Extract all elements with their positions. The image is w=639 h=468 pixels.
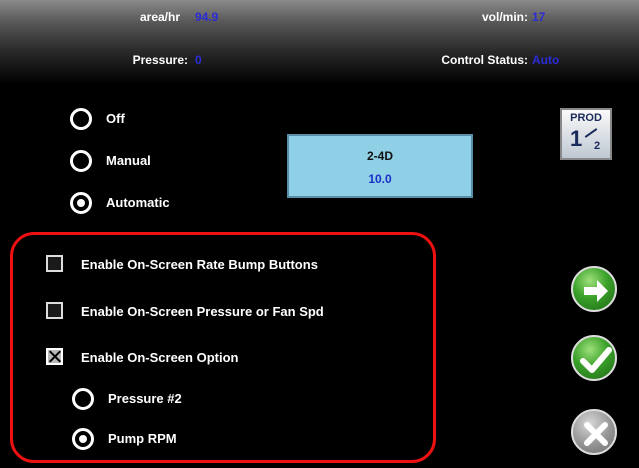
pump-rpm-label: Pump RPM xyxy=(108,431,177,446)
status-header: area/hr 94.9 vol/min: 17 Pressure: 0 Con… xyxy=(0,0,639,84)
rate-bump-label: Enable On-Screen Rate Bump Buttons xyxy=(81,257,318,272)
onscreen-option-label: Enable On-Screen Option xyxy=(81,350,239,365)
product-switch-button[interactable]: PROD 1 2 xyxy=(560,108,612,160)
area-rate-label: area/hr xyxy=(139,10,180,24)
pressure-label: Pressure: xyxy=(132,53,188,67)
product-name: 2-4D xyxy=(366,149,393,163)
area-rate-value: 94.9 xyxy=(195,10,219,24)
radio-pump-rpm[interactable] xyxy=(72,428,94,450)
pressure-2-label: Pressure #2 xyxy=(108,391,182,406)
mode-manual-label: Manual xyxy=(106,153,151,168)
accept-button[interactable] xyxy=(571,335,617,381)
radio-off[interactable] xyxy=(70,108,92,130)
radio-manual[interactable] xyxy=(70,150,92,172)
pressure-fan-label: Enable On-Screen Pressure or Fan Spd xyxy=(81,304,324,319)
pressure-value: 0 xyxy=(195,53,202,67)
prod-divider-icon xyxy=(584,128,598,138)
product-rate-box[interactable]: 2-4D 10.0 xyxy=(287,134,473,198)
control-status-value: Auto xyxy=(532,53,560,67)
pressure-fan-checkbox[interactable] xyxy=(46,302,63,319)
checkmark-icon xyxy=(580,347,612,373)
volume-rate-label: vol/min: xyxy=(481,10,528,24)
volume-rate-value: 17 xyxy=(532,10,546,24)
prod-label: PROD xyxy=(570,112,602,124)
product-rate: 10.0 xyxy=(368,172,392,186)
arrow-right-icon xyxy=(584,280,608,302)
prod-number-one: 1 xyxy=(570,126,583,151)
onscreen-option-checkbox[interactable] xyxy=(46,348,63,365)
x-icon xyxy=(584,422,608,446)
cancel-button[interactable] xyxy=(571,409,617,455)
mode-off-label: Off xyxy=(106,111,125,126)
prod-number-two: 2 xyxy=(594,140,601,152)
control-status-label: Control Status: xyxy=(441,53,528,67)
mode-automatic-label: Automatic xyxy=(106,195,170,210)
radio-pressure-2[interactable] xyxy=(72,388,94,410)
rate-bump-checkbox[interactable] xyxy=(46,255,63,272)
radio-automatic[interactable] xyxy=(70,192,92,214)
next-button[interactable] xyxy=(571,266,617,312)
